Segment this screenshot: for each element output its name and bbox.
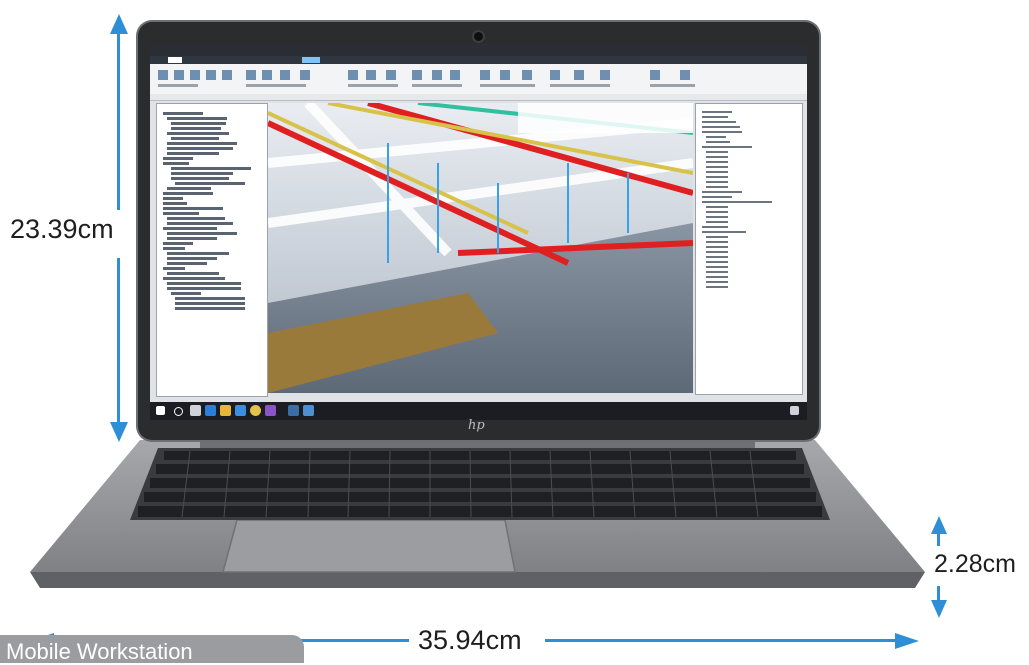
thickness-label: 2.28cm (934, 550, 1016, 578)
height-label: 23.39cm (10, 214, 114, 244)
chrome-icon (250, 405, 261, 416)
keyboard (130, 448, 830, 520)
hp-logo: hp (468, 418, 485, 433)
arrow-right-icon (895, 633, 919, 649)
arrow-down-icon (931, 600, 947, 618)
search-icon (174, 407, 183, 416)
width-label: 35.94cm (418, 625, 522, 655)
app-icon (265, 405, 276, 416)
edge-icon (205, 405, 216, 416)
arrow-down-icon (110, 422, 128, 442)
arrow-up-icon (110, 14, 128, 34)
explorer-icon (220, 405, 231, 416)
webcam-icon (472, 30, 485, 43)
height-arrow-shaft-lower (117, 258, 120, 428)
task-view-icon (190, 405, 201, 416)
ribbon-tabs (150, 56, 807, 64)
properties-panel (695, 103, 803, 395)
windows-start-icon (156, 406, 165, 415)
project-browser-panel (156, 103, 268, 397)
ribbon-toolbar (150, 64, 807, 101)
app-title-bar (150, 44, 807, 56)
height-arrow-shaft (117, 30, 120, 210)
caption-text: Mobile Workstation (6, 639, 193, 664)
3d-model-viewport (268, 103, 693, 393)
caption-badge: Mobile Workstation (0, 635, 304, 664)
hp-logo-text: hp (468, 418, 485, 433)
revit-icon (288, 405, 299, 416)
notification-icon (790, 406, 799, 415)
arrow-up-icon (931, 516, 947, 534)
touchpad (222, 520, 516, 573)
thickness-arrow-shaft (937, 534, 940, 546)
store-icon (235, 405, 246, 416)
width-arrow-shaft-right (545, 639, 895, 642)
app-icon (303, 405, 314, 416)
